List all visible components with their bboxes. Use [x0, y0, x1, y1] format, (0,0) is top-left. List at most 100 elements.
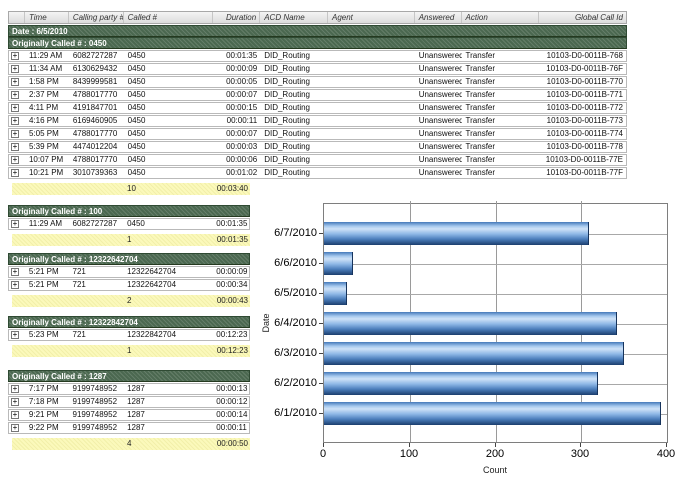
cell-calling-party: 4788017770 — [69, 90, 124, 100]
cell-action: Transfer — [462, 64, 540, 74]
expand-row-button[interactable]: + — [11, 130, 19, 138]
column-header-answered[interactable]: Answered — [415, 12, 462, 23]
expand-row-button[interactable]: + — [11, 220, 19, 228]
cell-duration: 00:00:07 — [213, 90, 260, 100]
cell-called: 0450 — [124, 129, 214, 139]
expand-cell: + — [9, 130, 25, 138]
expand-cell: + — [9, 78, 25, 86]
bar-6-3-2010 — [324, 342, 624, 365]
cell-calling-party: 6169460905 — [69, 116, 124, 126]
cell-time: 10:21 PM — [25, 168, 69, 178]
column-header-called[interactable]: Called # — [124, 12, 214, 23]
expand-row-button[interactable]: + — [11, 78, 19, 86]
summary-call-count: 1 — [123, 234, 213, 246]
table-row: +11:29 AM6082727287045000:01:35DID_Routi… — [8, 50, 627, 62]
summary-spacer — [12, 438, 123, 450]
y-axis-tick — [319, 383, 323, 384]
table-row: +9:22 PM9199748952128700:00:11 — [8, 422, 250, 434]
column-header-calling-party[interactable]: Calling party # — [69, 12, 124, 23]
expand-row-button[interactable]: + — [11, 385, 19, 393]
cell-answered: Unanswered — [415, 90, 462, 100]
expand-cell: + — [9, 169, 25, 177]
table-row: +5:05 PM4788017770045000:00:07DID_Routin… — [8, 128, 627, 140]
cell-duration: 00:00:11 — [213, 116, 260, 126]
expand-row-button[interactable]: + — [11, 143, 19, 151]
column-header-agent[interactable]: Agent — [328, 12, 415, 23]
column-header-duration[interactable]: Duration — [213, 12, 260, 23]
cell-calling-party: 4191847701 — [69, 103, 124, 113]
cell-time: 5:21 PM — [25, 267, 69, 277]
cell-action: Transfer — [462, 129, 540, 139]
y-axis-tick-label: 6/3/2010 — [259, 347, 317, 359]
cell-called: 0450 — [123, 219, 212, 229]
expand-cell: + — [9, 398, 25, 406]
cell-action: Transfer — [462, 168, 540, 178]
expand-row-button[interactable]: + — [11, 424, 19, 432]
x-axis-tick-label: 400 — [657, 448, 675, 460]
cell-global-call-id: 10103-D0-0011B-771 — [539, 90, 626, 100]
cell-time: 5:39 PM — [25, 142, 69, 152]
cell-called: 0450 — [124, 64, 214, 74]
column-header-time[interactable]: Time — [25, 12, 69, 23]
expand-row-button[interactable]: + — [11, 117, 19, 125]
cell-duration: 00:12:23 — [212, 330, 249, 340]
cell-called: 0450 — [124, 90, 214, 100]
column-header-action[interactable]: Action — [462, 12, 540, 23]
x-axis-tick-label: 300 — [571, 448, 589, 460]
cell-acd-name: DID_Routing — [260, 90, 328, 100]
x-axis-tick-label: 0 — [320, 448, 326, 460]
column-header-global-call-id[interactable]: Global Call Id — [539, 12, 626, 23]
table-row: +10:21 PM3010739363045000:01:02DID_Routi… — [8, 167, 627, 179]
cell-calling-party: 8439999581 — [69, 77, 124, 87]
group-summary-row: 400:00:50 — [12, 438, 250, 450]
x-axis-tick — [495, 443, 496, 447]
cell-duration: 00:01:02 — [213, 168, 260, 178]
cell-duration: 00:00:34 — [212, 280, 249, 290]
side-group-table: Originally Called # : 12322642704+5:21 P… — [8, 253, 250, 307]
table-row: +1:58 PM8439999581045000:00:05DID_Routin… — [8, 76, 627, 88]
expand-row-button[interactable]: + — [11, 398, 19, 406]
cell-acd-name: DID_Routing — [260, 129, 328, 139]
column-header-acd-name[interactable]: ACD Name — [260, 12, 328, 23]
table-row: +9:21 PM9199748952128700:00:14 — [8, 409, 250, 421]
expand-row-button[interactable]: + — [11, 281, 19, 289]
cell-called: 0450 — [124, 51, 214, 61]
side-group-table: Originally Called # : 100+11:29 AM608272… — [8, 205, 250, 246]
expand-row-button[interactable]: + — [11, 156, 19, 164]
calls-per-day-bar-chart: Date Count 01002003004006/7/20106/6/2010… — [255, 195, 676, 485]
table-row: +2:37 PM4788017770045000:00:07DID_Routin… — [8, 89, 627, 101]
cell-calling-party: 721 — [69, 330, 124, 340]
bar-6-4-2010 — [324, 312, 617, 335]
y-axis-tick-label: 6/6/2010 — [259, 257, 317, 269]
expand-row-button[interactable]: + — [11, 91, 19, 99]
expand-row-button[interactable]: + — [11, 52, 19, 60]
expand-row-button[interactable]: + — [11, 104, 19, 112]
expand-row-button[interactable]: + — [11, 65, 19, 73]
x-axis-tick — [666, 443, 667, 447]
cell-called: 0450 — [124, 116, 214, 126]
cell-calling-party: 6082727287 — [69, 219, 124, 229]
expand-cell: + — [9, 143, 25, 151]
expand-row-button[interactable]: + — [11, 169, 19, 177]
table-row: +5:23 PM7211232284270400:12:23 — [8, 329, 250, 341]
cell-global-call-id: 10103-D0-0011B-77E — [539, 155, 626, 165]
cell-duration: 00:00:06 — [213, 155, 260, 165]
expand-row-button[interactable]: + — [11, 411, 19, 419]
horizontal-gridline — [324, 294, 667, 295]
expand-cell: + — [9, 281, 25, 289]
cell-called: 1287 — [123, 410, 212, 420]
group-header: Originally Called # : 1287 — [8, 370, 250, 382]
y-axis-tick — [319, 413, 323, 414]
cell-acd-name: DID_Routing — [260, 77, 328, 87]
expand-row-button[interactable]: + — [11, 268, 19, 276]
bar-6-6-2010 — [324, 252, 353, 275]
table-row: +5:21 PM7211232264270400:00:34 — [8, 279, 250, 291]
expand-row-button[interactable]: + — [11, 331, 19, 339]
cell-time: 4:16 PM — [25, 116, 69, 126]
y-axis-tick-label: 6/5/2010 — [259, 287, 317, 299]
cell-acd-name: DID_Routing — [260, 51, 328, 61]
cell-action: Transfer — [462, 142, 540, 152]
bar-6-1-2010 — [324, 402, 661, 425]
y-axis-tick — [319, 323, 323, 324]
cell-calling-party: 9199748952 — [69, 410, 124, 420]
